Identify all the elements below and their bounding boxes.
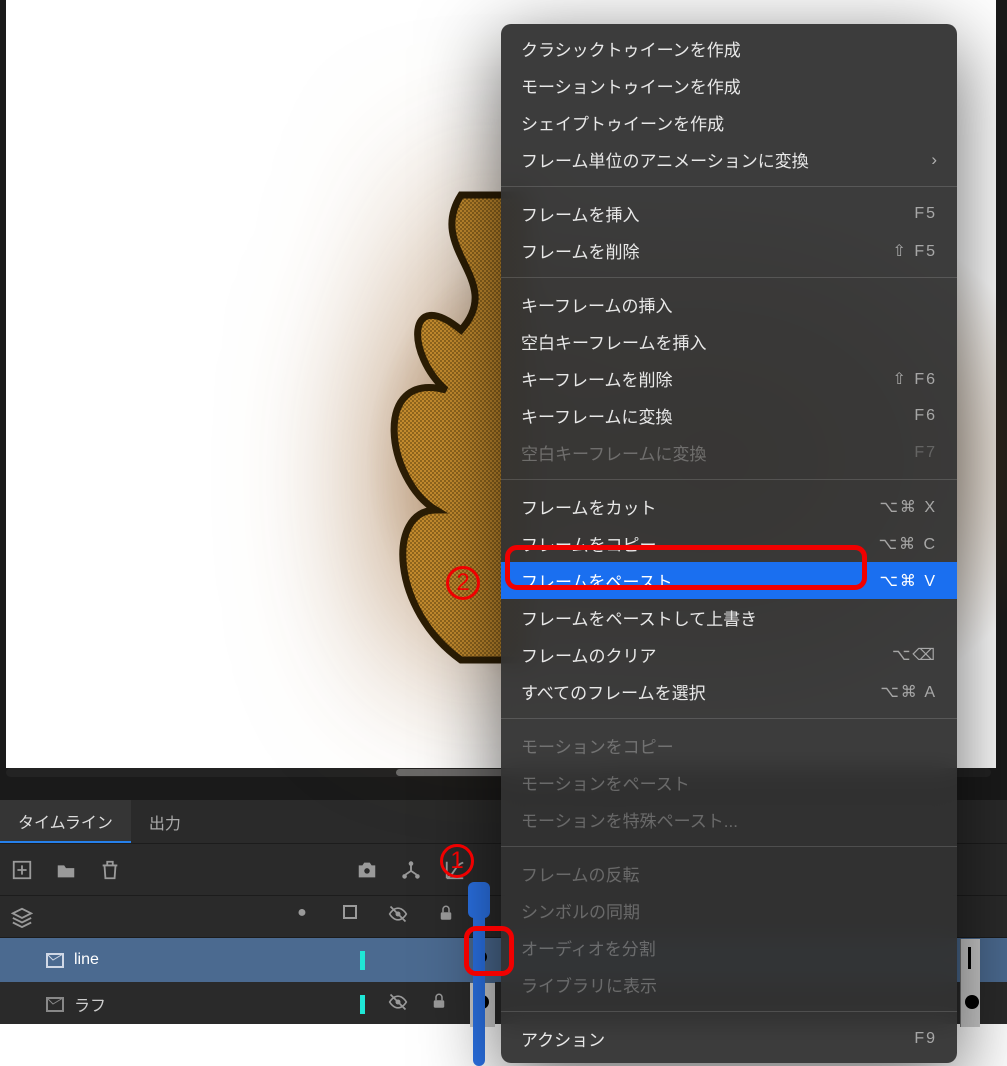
menu-clear-frames[interactable]: フレームのクリア⌥⌫ <box>501 636 957 673</box>
hide-col-icon[interactable] <box>386 904 410 929</box>
menu-paste-motion-special: モーションを特殊ペースト... <box>501 801 957 838</box>
menu-paste-motion: モーションをペースト <box>501 764 957 801</box>
hide-layer-icon[interactable] <box>388 992 408 1017</box>
menu-actions[interactable]: アクションF9 <box>501 1020 957 1057</box>
annotation-number-1: 1 <box>440 844 474 878</box>
outline-col-icon[interactable] <box>338 904 362 929</box>
chevron-right-icon: › <box>931 150 937 170</box>
layer-color-swatch[interactable] <box>360 951 365 970</box>
layer-color-swatch[interactable] <box>360 995 365 1014</box>
menu-select-all-frames[interactable]: すべてのフレームを選択⌥⌘ A <box>501 673 957 710</box>
menu-create-classic-tween[interactable]: クラシックトゥイーンを作成 <box>501 30 957 67</box>
menu-convert-frame-anim[interactable]: フレーム単位のアニメーションに変換› <box>501 141 957 178</box>
annotation-ring-1 <box>464 926 514 976</box>
menu-convert-blank-keyframe: 空白キーフレームに変換F7 <box>501 434 957 471</box>
context-menu: クラシックトゥイーンを作成 モーショントゥイーンを作成 シェイプトゥイーンを作成… <box>501 24 957 1063</box>
delete-layer-button[interactable] <box>88 844 132 896</box>
layer-name[interactable]: line <box>74 951 99 969</box>
menu-create-motion-tween[interactable]: モーショントゥイーンを作成 <box>501 67 957 104</box>
layer-type-icon <box>44 949 66 971</box>
menu-delete-keyframe[interactable]: キーフレームを削除⇧ F6 <box>501 360 957 397</box>
frame-cell[interactable] <box>960 983 980 1027</box>
menu-delete-frame[interactable]: フレームを削除⇧ F5 <box>501 232 957 269</box>
menu-split-audio: オーディオを分割 <box>501 929 957 966</box>
new-folder-button[interactable] <box>44 844 88 896</box>
frame-cell[interactable] <box>960 939 980 983</box>
layer-highlight-toggle[interactable] <box>0 906 44 928</box>
new-layer-button[interactable] <box>0 844 44 896</box>
tab-timeline[interactable]: タイムライン <box>0 800 131 843</box>
visibility-col-icon[interactable]: ● <box>290 904 314 929</box>
menu-insert-blank-keyframe[interactable]: 空白キーフレームを挿入 <box>501 323 957 360</box>
menu-show-in-library: ライブラリに表示 <box>501 966 957 1003</box>
menu-cut-frames[interactable]: フレームをカット⌥⌘ X <box>501 488 957 525</box>
menu-insert-frame[interactable]: フレームを挿入F5 <box>501 195 957 232</box>
menu-sync-symbols: シンボルの同期 <box>501 892 957 929</box>
parent-layers-button[interactable] <box>389 844 433 896</box>
annotation-ring-2 <box>505 545 867 590</box>
lock-layer-icon[interactable] <box>430 992 448 1017</box>
menu-convert-keyframe[interactable]: キーフレームに変換F6 <box>501 397 957 434</box>
camera-button[interactable] <box>345 844 389 896</box>
tab-output[interactable]: 出力 <box>131 800 199 843</box>
layer-name[interactable]: ラフ <box>74 992 106 1016</box>
menu-copy-motion: モーションをコピー <box>501 727 957 764</box>
menu-reverse-frames: フレームの反転 <box>501 855 957 892</box>
layer-type-icon <box>44 993 66 1015</box>
menu-create-shape-tween[interactable]: シェイプトゥイーンを作成 <box>501 104 957 141</box>
annotation-number-2: 2 <box>446 566 480 600</box>
menu-insert-keyframe[interactable]: キーフレームの挿入 <box>501 286 957 323</box>
lock-col-icon[interactable] <box>434 904 458 929</box>
menu-paste-overwrite-frames[interactable]: フレームをペーストして上書き <box>501 599 957 636</box>
keyframe-icon <box>965 995 979 1009</box>
playhead[interactable] <box>473 886 485 1066</box>
